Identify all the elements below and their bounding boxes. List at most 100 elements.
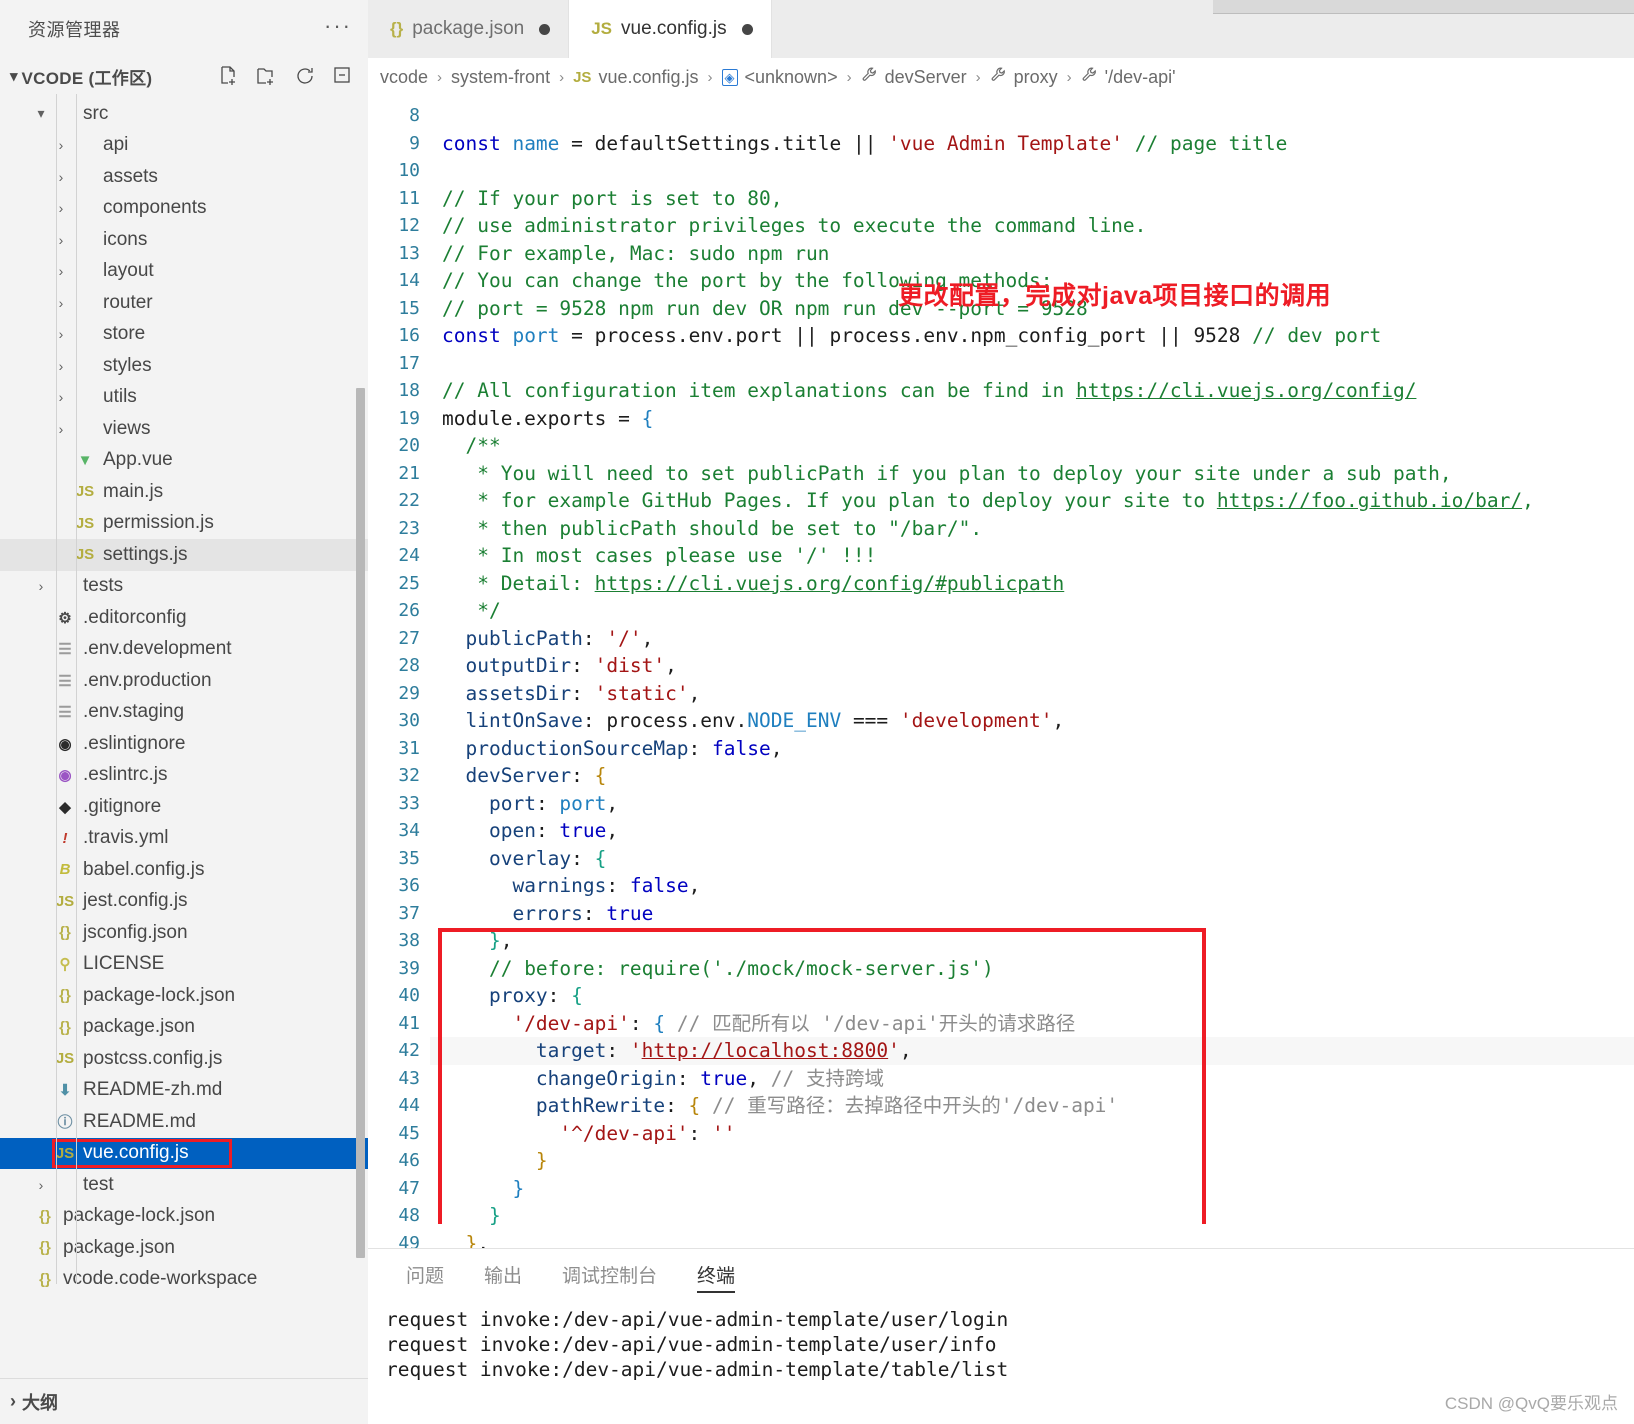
tree-item-label: package-lock.json bbox=[83, 984, 236, 1006]
chevron-right-icon[interactable]: › bbox=[50, 295, 72, 311]
code-editor[interactable]: 8 9 10 11 12 13 14 15 16 17 18 19 20 21 22 23 24 25 26 27 28… bbox=[368, 96, 1634, 1248]
code-line[interactable]: module.exports = { bbox=[430, 405, 1634, 433]
breadcrumb-label: <unknown> bbox=[744, 66, 838, 87]
code-line[interactable]: '/dev-api': { // 匹配所有以 '/dev-api'开头的请求路径 bbox=[430, 1010, 1634, 1038]
workspace-header[interactable]: ▾ VCODE (工作区) bbox=[0, 58, 368, 94]
code-line[interactable]: overlay: { bbox=[430, 845, 1634, 873]
breadcrumb-item[interactable]: JS vue.config.js bbox=[573, 67, 698, 88]
code-line[interactable]: * Detail: https://cli.vuejs.org/config/#… bbox=[430, 570, 1634, 598]
breadcrumb-item[interactable]: devServer bbox=[861, 66, 967, 88]
code-line[interactable]: }, bbox=[430, 1230, 1634, 1249]
chevron-right-icon[interactable]: › bbox=[30, 1177, 52, 1193]
code-line[interactable]: // use administrator privileges to execu… bbox=[430, 212, 1634, 240]
code-line[interactable]: pathRewrite: { // 重写路径：去掉路径中开头的'/dev-api… bbox=[430, 1092, 1634, 1120]
code-line[interactable]: // You can change the port by the follow… bbox=[430, 267, 1634, 295]
terminal-output[interactable]: request invoke:/dev-api/vue-admin-templa… bbox=[368, 1299, 1634, 1424]
line-number: 26 bbox=[398, 600, 420, 621]
code-line[interactable]: * then publicPath should be set to "/bar… bbox=[430, 515, 1634, 543]
code-line[interactable]: productionSourceMap: false, bbox=[430, 735, 1634, 763]
code-line[interactable]: assetsDir: 'static', bbox=[430, 680, 1634, 708]
chevron-down-icon[interactable]: ▾ bbox=[30, 105, 52, 122]
breadcrumb-item[interactable]: vcode bbox=[380, 67, 428, 88]
collapse-all-icon[interactable] bbox=[332, 65, 354, 87]
code-line[interactable]: */ bbox=[430, 597, 1634, 625]
chevron-right-icon[interactable]: › bbox=[30, 578, 52, 594]
code-line[interactable]: lintOnSave: process.env.NODE_ENV === 'de… bbox=[430, 707, 1634, 735]
line-number-gutter: 8 9 10 11 12 13 14 15 16 17 18 19 20 21 22 23 24 25 26 27 28… bbox=[368, 96, 430, 1248]
breadcrumb-item[interactable]: proxy bbox=[990, 66, 1058, 88]
breadcrumb-label: vue.config.js bbox=[598, 66, 699, 87]
breadcrumb-item[interactable]: system-front bbox=[451, 67, 550, 88]
chevron-right-icon[interactable]: › bbox=[50, 200, 72, 216]
code-line[interactable]: * You will need to set publicPath if you… bbox=[430, 460, 1634, 488]
code-line[interactable]: changeOrigin: true, // 支持跨域 bbox=[430, 1065, 1634, 1093]
code-line[interactable]: devServer: { bbox=[430, 762, 1634, 790]
code-line[interactable]: // port = 9528 npm run dev OR npm run de… bbox=[430, 295, 1634, 323]
workspace-name-label: VCODE (工作区) bbox=[21, 68, 153, 88]
chevron-right-icon[interactable]: › bbox=[50, 232, 72, 248]
code-line[interactable]: } bbox=[430, 1175, 1634, 1203]
code-line[interactable] bbox=[430, 157, 1634, 185]
tab-vue-config-js[interactable]: JS vue.config.js bbox=[569, 0, 772, 58]
code-line[interactable]: // before: require('./mock/mock-server.j… bbox=[430, 955, 1634, 983]
unsaved-dot-icon[interactable] bbox=[741, 23, 753, 35]
chevron-down-icon[interactable]: ▾ bbox=[10, 67, 18, 85]
breadcrumb-item[interactable]: '/dev-api' bbox=[1081, 66, 1176, 88]
code-line[interactable]: outputDir: 'dist', bbox=[430, 652, 1634, 680]
chevron-right-icon[interactable]: › bbox=[50, 358, 72, 374]
code-line[interactable] bbox=[430, 350, 1634, 378]
chevron-right-icon[interactable]: › bbox=[50, 421, 72, 437]
code-line[interactable]: proxy: { bbox=[430, 982, 1634, 1010]
code-line[interactable]: errors: true bbox=[430, 900, 1634, 928]
chevron-right-icon[interactable]: › bbox=[50, 326, 72, 342]
code-line[interactable]: // For example, Mac: sudo npm run bbox=[430, 240, 1634, 268]
file-tree[interactable]: ▾ src › api › assets › components › icons › layout ›… bbox=[0, 94, 368, 1378]
panel-tab[interactable]: 调试控制台 bbox=[542, 1249, 677, 1299]
new-file-icon[interactable] bbox=[218, 65, 240, 87]
code-line[interactable]: * In most cases please use '/' !!! bbox=[430, 542, 1634, 570]
tab-label: vue.config.js bbox=[621, 18, 727, 39]
code-line[interactable]: /** bbox=[430, 432, 1634, 460]
chevron-right-icon[interactable]: › bbox=[50, 137, 72, 153]
code-line[interactable]: // If your port is set to 80, bbox=[430, 185, 1634, 213]
json-icon: {} bbox=[39, 1207, 51, 1225]
code-line[interactable]: publicPath: '/', bbox=[430, 625, 1634, 653]
tab-package-json[interactable]: {} package.json bbox=[368, 0, 570, 58]
panel-tab[interactable]: 终端 bbox=[677, 1249, 755, 1299]
chevron-right-icon[interactable]: › bbox=[50, 389, 72, 405]
tree-item-label: package.json bbox=[83, 1016, 195, 1038]
code-line[interactable]: }, bbox=[430, 927, 1634, 955]
tree-indent-guide bbox=[56, 94, 57, 1284]
chevron-right-icon[interactable]: › bbox=[50, 169, 72, 185]
outline-section-header[interactable]: › 大纲 bbox=[0, 1378, 368, 1424]
tree-item-label: .eslintrc.js bbox=[83, 764, 168, 786]
tree-item-label: utils bbox=[103, 386, 137, 408]
code-line[interactable]: // All configuration item explanations c… bbox=[430, 377, 1634, 405]
panel-tab-bar[interactable]: 问题 输出 调试控制台 终端 bbox=[368, 1249, 1634, 1299]
new-folder-icon[interactable] bbox=[256, 65, 278, 87]
outline-label: 大纲 bbox=[22, 1392, 58, 1413]
panel-tab[interactable]: 输出 bbox=[464, 1249, 542, 1299]
breadcrumb[interactable]: vcode › system-front › JS vue.config.js › ◈ <unk… bbox=[368, 58, 1634, 96]
tree-item-label: styles bbox=[103, 354, 152, 376]
code-content[interactable]: const name = defaultSettings.title || 'v… bbox=[430, 96, 1634, 1248]
breadcrumb-item[interactable]: ◈ <unknown> bbox=[721, 66, 838, 88]
chevron-right-icon[interactable]: › bbox=[50, 263, 72, 279]
code-line[interactable]: port: port, bbox=[430, 790, 1634, 818]
code-line[interactable]: warnings: false, bbox=[430, 872, 1634, 900]
code-line[interactable]: target: 'http://localhost:8800', bbox=[430, 1037, 1634, 1065]
explorer-more-icon[interactable]: ··· bbox=[324, 13, 352, 45]
unsaved-dot-icon[interactable] bbox=[539, 23, 551, 35]
panel-tab[interactable]: 问题 bbox=[386, 1249, 464, 1299]
code-line[interactable]: * for example GitHub Pages. If you plan … bbox=[430, 487, 1634, 515]
code-line[interactable]: } bbox=[430, 1147, 1634, 1175]
code-line[interactable]: } bbox=[430, 1202, 1634, 1230]
code-line[interactable]: const name = defaultSettings.title || 'v… bbox=[430, 130, 1634, 158]
tree-item-label: .env.development bbox=[83, 638, 232, 660]
code-line[interactable] bbox=[430, 102, 1634, 130]
sidebar-scrollbar[interactable] bbox=[356, 388, 365, 1258]
code-line[interactable]: open: true, bbox=[430, 817, 1634, 845]
refresh-icon[interactable] bbox=[294, 65, 316, 87]
code-line[interactable]: '^/dev-api': '' bbox=[430, 1120, 1634, 1148]
code-line[interactable]: const port = process.env.port || process… bbox=[430, 322, 1634, 350]
